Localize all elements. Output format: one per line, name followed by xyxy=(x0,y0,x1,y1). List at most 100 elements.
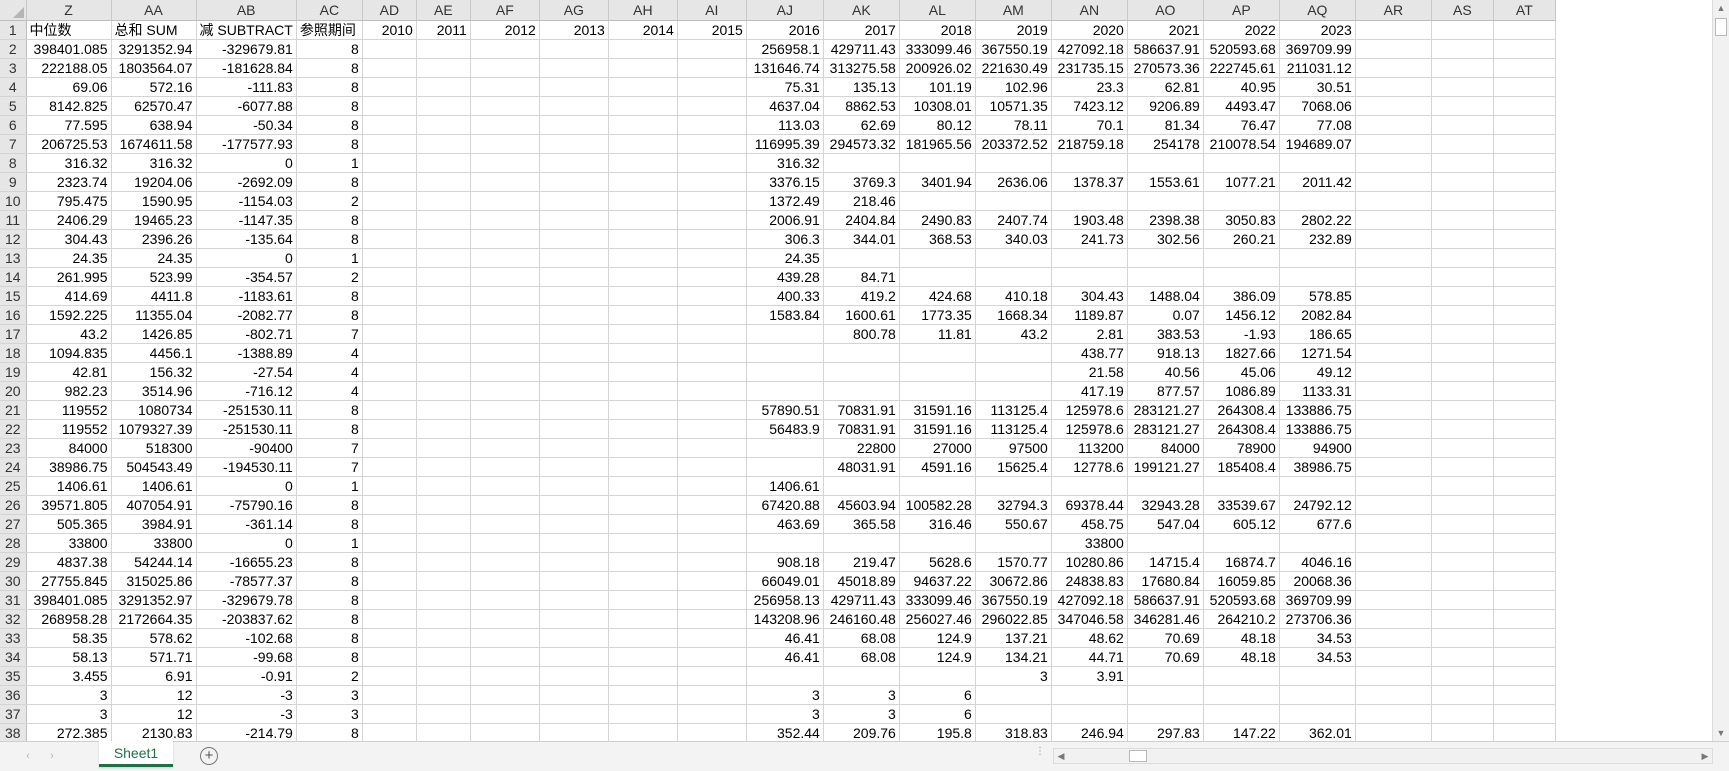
cell[interactable]: 194689.07 xyxy=(1279,134,1356,154)
cell[interactable]: 264308.4 xyxy=(1203,400,1280,420)
cell[interactable]: 1668.34 xyxy=(975,305,1052,325)
cell[interactable] xyxy=(539,324,609,344)
cell[interactable] xyxy=(416,324,471,344)
cell[interactable] xyxy=(1051,248,1128,268)
cell[interactable] xyxy=(539,723,609,741)
cell[interactable] xyxy=(416,210,471,230)
cell[interactable] xyxy=(1355,39,1432,59)
cell[interactable] xyxy=(1431,571,1494,591)
cell[interactable]: 8 xyxy=(296,400,363,420)
cell[interactable]: 2011.42 xyxy=(1279,172,1356,192)
cell[interactable] xyxy=(470,552,540,572)
cell[interactable] xyxy=(1493,685,1556,705)
cell[interactable] xyxy=(1127,533,1204,553)
cell[interactable]: 458.75 xyxy=(1051,514,1128,534)
cell[interactable] xyxy=(1355,685,1432,705)
cell[interactable] xyxy=(470,115,540,135)
cell[interactable]: 1456.12 xyxy=(1203,305,1280,325)
cell[interactable]: 2 xyxy=(296,267,363,287)
cell[interactable]: 30672.86 xyxy=(975,571,1052,591)
cell[interactable]: 877.57 xyxy=(1127,381,1204,401)
cell[interactable]: 438.77 xyxy=(1051,343,1128,363)
cell[interactable] xyxy=(1355,229,1432,249)
cell[interactable] xyxy=(539,685,609,705)
cell[interactable]: 246160.48 xyxy=(823,609,900,629)
select-all-corner[interactable] xyxy=(0,0,27,21)
cell[interactable]: 586637.91 xyxy=(1127,590,1204,610)
cell[interactable]: 147.22 xyxy=(1203,723,1280,741)
cell[interactable]: 185408.4 xyxy=(1203,457,1280,477)
cell[interactable]: 211031.12 xyxy=(1279,58,1356,78)
cell[interactable]: 2082.84 xyxy=(1279,305,1356,325)
cell[interactable] xyxy=(470,153,540,173)
cell[interactable] xyxy=(1203,533,1280,553)
cell[interactable] xyxy=(899,191,976,211)
horizontal-scrollbar[interactable]: ◀ ▶ xyxy=(1053,748,1713,764)
cell[interactable]: 260.21 xyxy=(1203,229,1280,249)
cell[interactable] xyxy=(1493,96,1556,116)
cell[interactable] xyxy=(416,267,471,287)
cell[interactable] xyxy=(677,514,747,534)
cell[interactable]: 125978.6 xyxy=(1051,419,1128,439)
cell[interactable] xyxy=(1431,286,1494,306)
cell[interactable]: -135.64 xyxy=(196,229,297,249)
cell[interactable]: -214.79 xyxy=(196,723,297,741)
cell[interactable]: 1803564.07 xyxy=(111,58,197,78)
cell[interactable]: 367550.19 xyxy=(975,590,1052,610)
cell[interactable]: 2130.83 xyxy=(111,723,197,741)
cell[interactable] xyxy=(1355,58,1432,78)
cell[interactable]: 232.89 xyxy=(1279,229,1356,249)
cell[interactable]: 424.68 xyxy=(899,286,976,306)
cell[interactable]: 23.3 xyxy=(1051,77,1128,97)
cell[interactable] xyxy=(899,381,976,401)
cell[interactable]: 523.99 xyxy=(111,267,197,287)
cell[interactable]: 264308.4 xyxy=(1203,419,1280,439)
chevron-right-icon[interactable]: › xyxy=(45,749,59,763)
cell[interactable]: 1773.35 xyxy=(899,305,976,325)
cell[interactable] xyxy=(362,362,417,382)
cell[interactable]: 10280.86 xyxy=(1051,552,1128,572)
cell[interactable] xyxy=(470,685,540,705)
cell[interactable] xyxy=(975,704,1052,724)
row-number[interactable]: 34 xyxy=(0,647,27,667)
cell[interactable]: 505.365 xyxy=(26,514,112,534)
cell[interactable] xyxy=(1431,723,1494,741)
column-title-cell[interactable] xyxy=(1431,20,1494,40)
cell[interactable] xyxy=(539,58,609,78)
cell[interactable] xyxy=(470,286,540,306)
cell[interactable]: 1827.66 xyxy=(1203,343,1280,363)
cell[interactable]: -6077.88 xyxy=(196,96,297,116)
cell[interactable] xyxy=(539,305,609,325)
cell[interactable]: 296022.85 xyxy=(975,609,1052,629)
cell[interactable] xyxy=(470,514,540,534)
cell[interactable] xyxy=(608,647,678,667)
cell[interactable] xyxy=(746,457,824,477)
cell[interactable]: 365.58 xyxy=(823,514,900,534)
cell[interactable]: 2406.29 xyxy=(26,210,112,230)
cell[interactable] xyxy=(1355,704,1432,724)
cell[interactable] xyxy=(1203,704,1280,724)
cell[interactable] xyxy=(539,438,609,458)
cell[interactable]: 8 xyxy=(296,229,363,249)
cell[interactable]: 48.18 xyxy=(1203,628,1280,648)
column-header-ao[interactable]: AO xyxy=(1127,0,1204,21)
cell[interactable] xyxy=(1431,647,1494,667)
cell[interactable] xyxy=(975,248,1052,268)
cell[interactable]: 316.32 xyxy=(111,153,197,173)
cell[interactable] xyxy=(1355,514,1432,534)
cell[interactable]: 8 xyxy=(296,647,363,667)
cell[interactable] xyxy=(539,191,609,211)
cell[interactable] xyxy=(1431,324,1494,344)
cell[interactable]: 4046.16 xyxy=(1279,552,1356,572)
cell[interactable]: 46.41 xyxy=(746,628,824,648)
cell[interactable] xyxy=(677,58,747,78)
cell[interactable]: 520593.68 xyxy=(1203,590,1280,610)
cell[interactable]: 30.51 xyxy=(1279,77,1356,97)
cell[interactable]: 119552 xyxy=(26,400,112,420)
cell[interactable]: 102.96 xyxy=(975,77,1052,97)
cell[interactable]: 4 xyxy=(296,381,363,401)
cell[interactable]: 3291352.97 xyxy=(111,590,197,610)
cell[interactable] xyxy=(677,495,747,515)
cell[interactable]: 8 xyxy=(296,514,363,534)
cell[interactable] xyxy=(416,590,471,610)
